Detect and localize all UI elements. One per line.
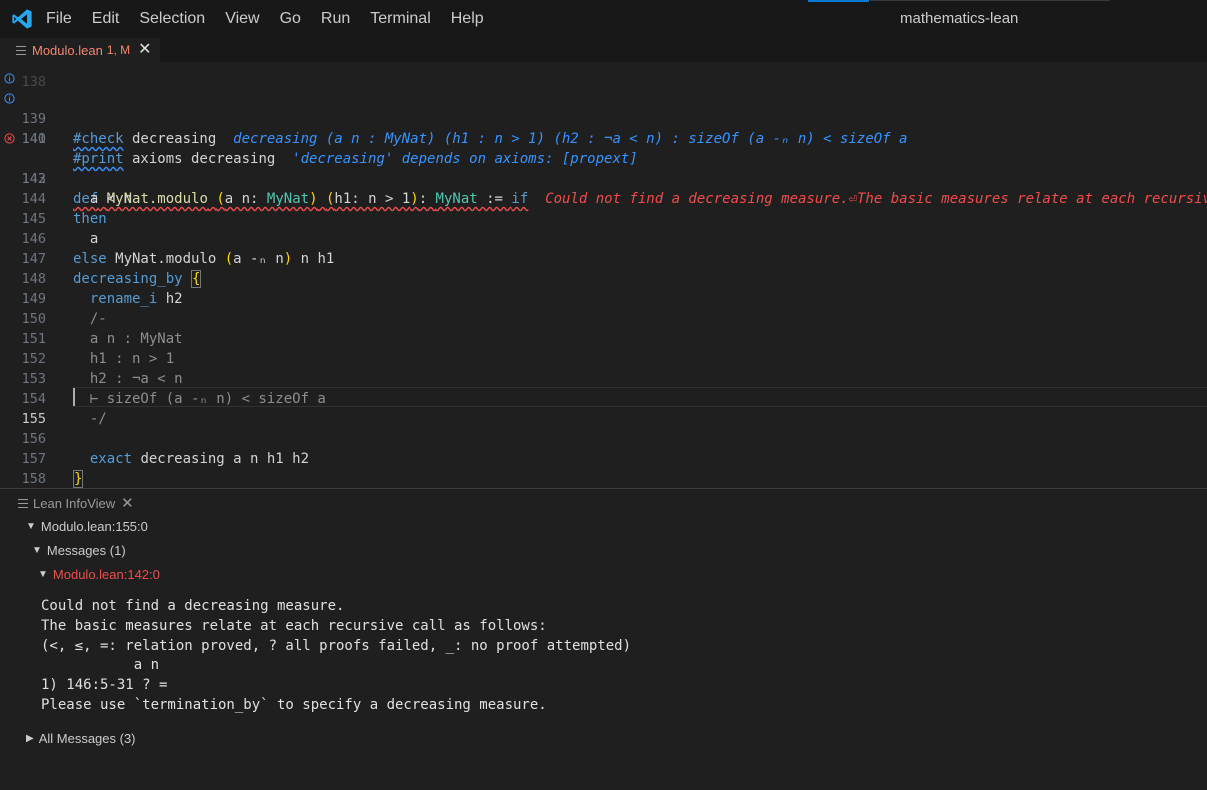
menu-go[interactable]: Go bbox=[280, 10, 301, 28]
code-line: 146 else MyNat.modulo (a -ₙ n) n h1 bbox=[0, 209, 1207, 267]
error-message-text: Could not find a decreasing measure. The… bbox=[41, 598, 632, 713]
file-lines-icon bbox=[16, 45, 26, 55]
code-line-active: 155 bbox=[0, 389, 1207, 427]
code-line: 152 h2 : ¬a < n bbox=[0, 329, 1207, 387]
code-line: 143 a < n bbox=[0, 149, 1207, 207]
tab-problem-status: 1, M bbox=[106, 43, 131, 57]
messages-toggle[interactable]: ▼ Messages (1) bbox=[32, 543, 126, 558]
menu-view[interactable]: View bbox=[225, 10, 259, 28]
command-center-border bbox=[870, 0, 1110, 1]
chevron-down-icon: ▼ bbox=[38, 569, 48, 580]
panel-title: Lean InfoView bbox=[33, 495, 116, 511]
chevron-down-icon: ▼ bbox=[26, 521, 36, 532]
code-line: 144 then bbox=[0, 169, 1207, 227]
tab-label: Modulo.lean bbox=[32, 42, 103, 58]
tab-modulo-lean[interactable]: Modulo.lean 1, M ✕ bbox=[0, 38, 160, 62]
code-line: 145 a bbox=[0, 189, 1207, 247]
menu-edit[interactable]: Edit bbox=[92, 10, 120, 28]
message-location-link[interactable]: Modulo.lean:142:0 bbox=[53, 567, 160, 582]
info-icon[interactable] bbox=[4, 93, 15, 104]
code-editor[interactable]: 138 139 #check decreasing decreasing (a … bbox=[0, 62, 1207, 488]
menu-help[interactable]: Help bbox=[451, 10, 484, 28]
menu-file[interactable]: File bbox=[46, 10, 72, 28]
line-number: 158 bbox=[21, 471, 46, 487]
message-location-toggle[interactable]: ▼ Modulo.lean:142:0 bbox=[38, 567, 160, 582]
menu-bar: File Edit Selection View Go Run Terminal… bbox=[46, 0, 504, 38]
menu-terminal[interactable]: Terminal bbox=[370, 10, 430, 28]
code-line: 156 exact decreasing a n h1 h2 bbox=[0, 409, 1207, 467]
code-line: 149 /- bbox=[0, 269, 1207, 327]
code-line: 150 a n : MyNat bbox=[0, 289, 1207, 347]
code-line: 157 } bbox=[0, 429, 1207, 488]
code-line: 139 #check decreasing decreasing (a n : … bbox=[0, 69, 1207, 147]
messages-header: Messages (1) bbox=[46, 543, 126, 558]
file-lines-icon bbox=[18, 498, 28, 508]
menu-selection[interactable]: Selection bbox=[139, 10, 205, 28]
all-messages-label: All Messages (3) bbox=[38, 731, 136, 746]
title-bar: File Edit Selection View Go Run Terminal… bbox=[0, 0, 1207, 38]
code-line: 154 -/ bbox=[0, 369, 1207, 427]
code-line: 141 bbox=[0, 109, 1207, 147]
code-line: 140 #print axioms decreasing 'decreasing… bbox=[0, 89, 1207, 167]
text-cursor bbox=[73, 388, 75, 406]
cursor-position: Modulo.lean:155:0 bbox=[40, 519, 148, 534]
error-icon[interactable] bbox=[4, 133, 15, 144]
close-icon[interactable]: ✕ bbox=[121, 494, 134, 512]
code-line: 151 h1 : n > 1 bbox=[0, 309, 1207, 367]
code-line: 153 ⊢ sizeOf (a -ₙ n) < sizeOf a bbox=[0, 349, 1207, 407]
command-center-accent bbox=[808, 0, 869, 2]
tab-lean-infoview[interactable]: Lean InfoView ✕ bbox=[18, 493, 134, 513]
tab-bar: Modulo.lean 1, M ✕ bbox=[0, 38, 1207, 62]
vscode-logo-icon bbox=[12, 9, 32, 29]
code-line: 158 bbox=[0, 449, 1207, 487]
window-title: mathematics-lean bbox=[900, 10, 1019, 27]
code-line: 148 rename_i h2 bbox=[0, 249, 1207, 307]
info-icon[interactable] bbox=[4, 73, 15, 84]
code-text: } bbox=[73, 470, 84, 488]
chevron-right-icon: ▶ bbox=[26, 733, 34, 744]
all-messages-toggle[interactable]: ▶ All Messages (3) bbox=[26, 731, 136, 746]
code-line: 147 decreasing_by { bbox=[0, 229, 1207, 288]
infoview-position-toggle[interactable]: ▼ Modulo.lean:155:0 bbox=[26, 519, 148, 534]
chevron-down-icon: ▼ bbox=[32, 545, 42, 556]
close-icon[interactable]: ✕ bbox=[138, 42, 151, 58]
lean-infoview-panel: Lean InfoView ✕ ▼ Modulo.lean:155:0 ▼ Me… bbox=[0, 489, 1207, 790]
menu-run[interactable]: Run bbox=[321, 10, 350, 28]
code-line: 142 def MyNat.modulo (a n: MyNat) (h1: n… bbox=[0, 129, 1207, 207]
